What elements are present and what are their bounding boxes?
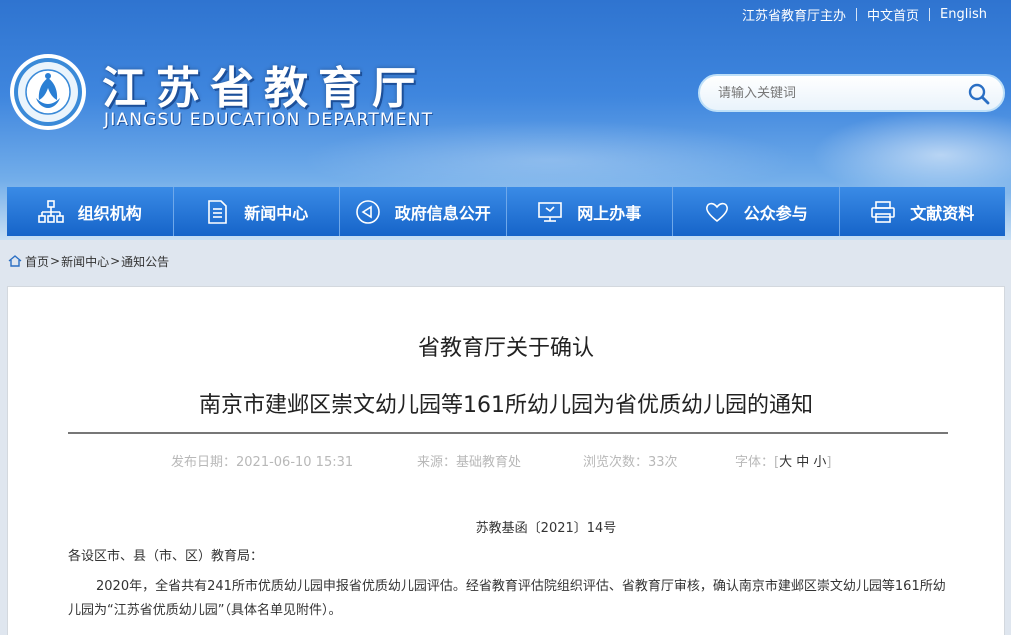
top-links: 江苏省教育厅主办 中文首页 English — [732, 4, 997, 24]
breadcrumb-home[interactable]: 首页 — [25, 253, 49, 270]
breadcrumb-separator: > — [50, 254, 61, 268]
font-small-button[interactable]: 小 — [813, 455, 826, 470]
font-size-bracket: ] — [826, 455, 832, 470]
chinese-home-link[interactable]: 中文首页 — [857, 5, 929, 24]
nav-label: 公众参与 — [743, 203, 808, 223]
nav-item-public-participation[interactable]: 公众参与 — [673, 187, 840, 236]
nav-item-documents[interactable]: 文献资料 — [839, 187, 1005, 236]
breadcrumb-separator: > — [110, 254, 121, 268]
nav-item-organization[interactable]: 组织机构 — [7, 187, 174, 236]
view-count: 浏览次数：33次 — [583, 455, 678, 470]
site-title: 江苏省教育厅 — [102, 63, 426, 114]
article-title-line2: 南京市建邺区崇文幼儿园等161所幼儿园为省优质幼儿园的通知 — [199, 393, 813, 418]
document-icon — [208, 199, 228, 224]
font-size-control: 字体：[大 中 小] — [735, 451, 831, 470]
nav-item-online-services[interactable]: 网上办事 — [506, 187, 673, 236]
search-input[interactable] — [718, 85, 948, 101]
nav-label: 新闻中心 — [244, 203, 309, 223]
printer-icon — [871, 200, 896, 223]
nav-label: 文献资料 — [910, 203, 975, 223]
article-panel: 省教育厅关于确认 南京市建邺区崇文幼儿园等161所幼儿园为省优质幼儿园的通知 发… — [7, 286, 1005, 635]
megaphone-icon — [355, 199, 380, 224]
title-divider — [68, 432, 948, 434]
salutation: 各设区市、县（市、区）教育局： — [68, 549, 264, 564]
nav-item-news[interactable]: 新闻中心 — [173, 187, 340, 236]
font-medium-button[interactable]: 中 — [796, 455, 809, 470]
article-title-line1: 省教育厅关于确认 — [417, 336, 594, 361]
monitor-icon — [538, 201, 563, 222]
main-nav: 组织机构 新闻中心 政府信息公开 网上办事 公众参与 文献资料 — [7, 187, 1005, 236]
nav-label: 网上办事 — [577, 203, 642, 223]
breadcrumb-notice[interactable]: 通知公告 — [121, 253, 169, 270]
nav-item-gov-info[interactable]: 政府信息公开 — [340, 187, 507, 236]
font-size-label: 字体：[ — [735, 455, 780, 470]
breadcrumb-news[interactable]: 新闻中心 — [61, 253, 109, 270]
host-link[interactable]: 江苏省教育厅主办 — [732, 5, 856, 24]
nav-label: 组织机构 — [77, 203, 142, 223]
nav-label: 政府信息公开 — [394, 203, 491, 223]
search-box — [698, 74, 1005, 112]
english-link[interactable]: English — [930, 7, 997, 22]
org-chart-icon — [37, 199, 64, 223]
logo-emblem-icon[interactable] — [8, 52, 88, 132]
source: 来源：基础教育处 — [417, 455, 522, 470]
breadcrumb: 首页 > 新闻中心 > 通知公告 — [8, 252, 169, 270]
heart-icon — [705, 202, 728, 222]
font-large-button[interactable]: 大 — [779, 455, 792, 470]
home-icon — [8, 255, 22, 267]
article-paragraph: 2020年，全省共有241所市优质幼儿园申报省优质幼儿园评估。经省教育评估院组织… — [68, 579, 946, 618]
site-subtitle: JIANGSU EDUCATION DEPARTMENT — [104, 110, 434, 130]
document-number: 苏教基函〔2021〕14号 — [475, 521, 617, 536]
search-icon[interactable] — [967, 82, 991, 106]
publish-date: 发布日期：2021-06-10 15:31 — [171, 455, 354, 470]
